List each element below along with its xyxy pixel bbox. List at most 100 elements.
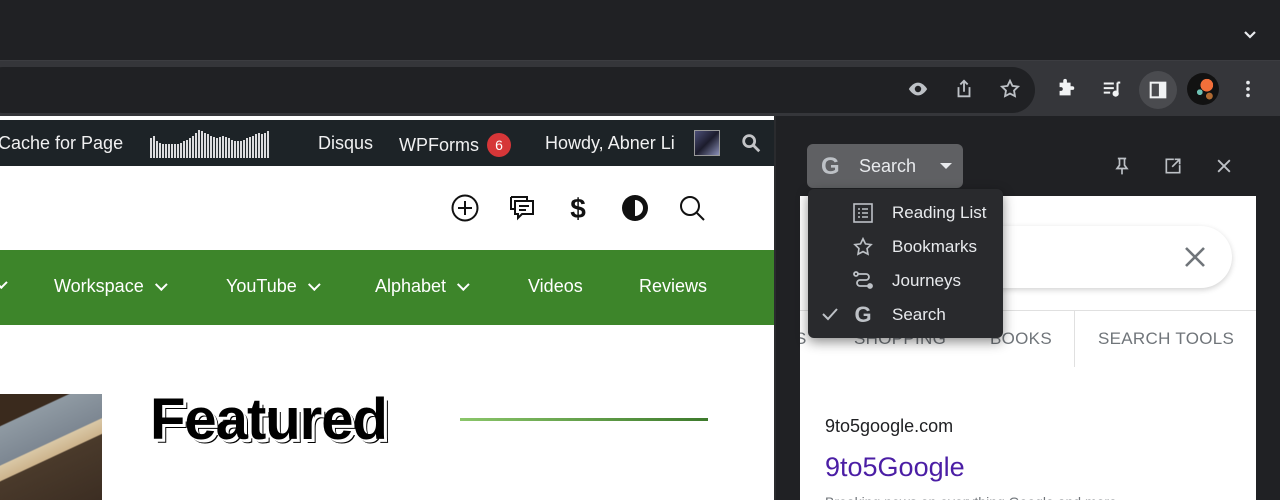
waveform-bar: [159, 143, 161, 158]
waveform-bar: [177, 144, 179, 158]
waveform-bar: [165, 144, 167, 158]
bookmark-star-icon[interactable]: [992, 71, 1028, 107]
waveform-bar: [258, 133, 260, 158]
waveform-bar: [222, 136, 224, 158]
nav-prev-chevron[interactable]: [0, 274, 8, 295]
dollar-icon[interactable]: $: [561, 191, 595, 225]
waveform-bar: [213, 137, 215, 158]
nav-label: Videos: [528, 276, 583, 296]
waveform-bar: [198, 130, 200, 158]
waveform-bar: [168, 144, 170, 158]
waveform-bar: [180, 143, 182, 158]
side-panel-selector[interactable]: G Search: [807, 144, 963, 188]
menu-item-bookmarks[interactable]: Bookmarks: [808, 229, 1003, 263]
nav-item-videos[interactable]: Videos: [528, 276, 583, 297]
waveform-bar: [162, 144, 164, 158]
waveform-bar: [243, 140, 245, 158]
site-header: $: [0, 166, 774, 250]
journeys-icon: [852, 270, 874, 292]
cache-for-page-link[interactable]: Cache for Page: [0, 133, 123, 154]
menu-item-reading-list[interactable]: Reading List: [808, 195, 1003, 229]
chevron-down-icon: [457, 278, 470, 292]
waveform-bar: [216, 138, 218, 158]
bookmarks-star-icon: [852, 236, 874, 258]
nav-item-alphabet[interactable]: Alphabet: [375, 276, 470, 297]
side-panel-icon[interactable]: [1139, 71, 1177, 109]
tab-strip: [0, 0, 1280, 60]
waveform-bar: [228, 138, 230, 158]
waveform-bar: [156, 141, 158, 158]
waveform-bar: [252, 136, 254, 158]
howdy-user-link[interactable]: Howdy, Abner Li: [545, 133, 675, 154]
browser-toolbar: [0, 60, 1280, 116]
nav-item-workspace[interactable]: Workspace: [54, 276, 168, 297]
open-in-new-tab-icon[interactable]: [1161, 154, 1185, 178]
menu-item-search[interactable]: G Search: [808, 297, 1003, 331]
waveform-bar: [249, 137, 251, 158]
waveform-bar: [195, 133, 197, 158]
comments-icon[interactable]: [505, 191, 539, 225]
waveform-bar: [264, 133, 266, 158]
waveform-bar: [234, 141, 236, 158]
share-icon[interactable]: [946, 71, 982, 107]
chevron-down-icon: [307, 278, 321, 292]
nav-item-reviews[interactable]: Reviews: [639, 276, 707, 297]
menu-item-journeys[interactable]: Journeys: [808, 263, 1003, 297]
waveform-graphic: [150, 130, 288, 158]
search-tab-search-tools[interactable]: SEARCH TOOLS: [1098, 329, 1234, 349]
waveform-bar: [207, 134, 209, 158]
search-icon[interactable]: [675, 191, 709, 225]
waveform-bar: [267, 131, 269, 158]
reading-list-icon: [852, 202, 874, 224]
selector-label: Search: [859, 156, 917, 176]
notification-badge: 6: [487, 133, 511, 157]
waveform-bar: [240, 141, 242, 158]
google-g-icon: G: [821, 153, 840, 180]
more-menu-icon[interactable]: [1230, 71, 1266, 107]
menu-item-label: Reading List: [892, 203, 987, 222]
waveform-bar: [150, 138, 152, 158]
wpforms-label: WPForms: [399, 135, 479, 155]
nav-label: Workspace: [54, 276, 144, 296]
eye-icon[interactable]: [900, 71, 936, 107]
add-circle-icon[interactable]: [448, 191, 482, 225]
waveform-bar: [246, 138, 248, 158]
nav-label: Reviews: [639, 276, 708, 296]
profile-avatar[interactable]: [1185, 71, 1221, 107]
nav-label: Alphabet: [375, 276, 447, 296]
result-snippet: Breaking news on everything Google and m…: [825, 494, 1235, 500]
pin-icon[interactable]: [1110, 154, 1134, 178]
extensions-icon[interactable]: [1048, 71, 1084, 107]
contrast-icon[interactable]: [618, 191, 652, 225]
menu-item-label: Journeys: [892, 271, 961, 290]
menu-item-label: Bookmarks: [892, 237, 978, 256]
waveform-bar: [219, 137, 221, 158]
search-tab-partial[interactable]: S: [800, 329, 807, 349]
side-panel-menu: Reading List Bookmarks Journeys G Search: [808, 189, 1003, 338]
tab-search-chevron-icon[interactable]: [1240, 24, 1260, 44]
waveform-bar: [255, 134, 257, 158]
close-icon[interactable]: [1212, 154, 1236, 178]
waveform-bar: [261, 134, 263, 158]
featured-divider: [460, 418, 708, 421]
result-title-link[interactable]: 9to5Google: [825, 452, 965, 483]
clear-search-icon[interactable]: [1180, 242, 1210, 272]
waveform-bar: [192, 136, 194, 158]
disqus-link[interactable]: Disqus: [318, 133, 373, 154]
waveform-bar: [237, 141, 239, 158]
caret-down-icon: [940, 163, 952, 169]
wp-admin-bar: Cache for Page Disqus WPForms 6 Howdy, Ab…: [0, 120, 774, 166]
waveform-bar: [183, 141, 185, 158]
featured-thumbnail[interactable]: [0, 394, 102, 500]
nav-item-youtube[interactable]: YouTube: [226, 276, 321, 297]
user-avatar[interactable]: [694, 130, 720, 156]
waveform-bar: [210, 136, 212, 158]
nav-label: YouTube: [226, 276, 297, 296]
wpforms-link[interactable]: WPForms 6: [399, 133, 511, 157]
waveform-bar: [153, 136, 155, 158]
waveform-bar: [186, 140, 188, 158]
address-bar[interactable]: [0, 67, 1035, 113]
admin-search-icon[interactable]: [740, 132, 762, 154]
featured-heading: Featured: [150, 387, 388, 452]
media-queue-icon[interactable]: [1094, 71, 1130, 107]
